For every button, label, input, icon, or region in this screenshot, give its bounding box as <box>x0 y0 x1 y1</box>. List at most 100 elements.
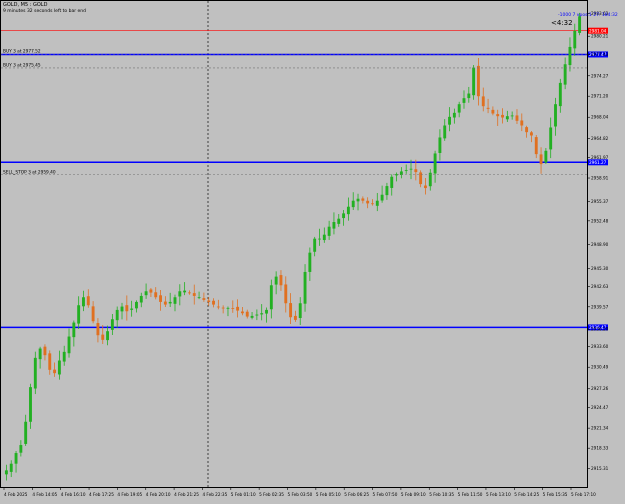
candle-body <box>144 291 148 296</box>
y-tick-label: 2939.57 <box>591 304 609 309</box>
window-title: GOLD, M5 : GOLD <box>3 2 48 8</box>
candle-body <box>361 198 365 201</box>
candle-body <box>110 319 114 330</box>
candle-body <box>438 137 442 153</box>
x-tick-label: 5 Feb 11:50 <box>458 492 483 497</box>
candle-body <box>178 291 182 297</box>
candle-body <box>53 369 57 374</box>
order-label: BUY 3 at 2975.45 <box>3 62 41 68</box>
x-tick-label: 5 Feb 13:10 <box>486 492 511 497</box>
candle-body <box>534 137 538 155</box>
candle-body <box>433 153 437 174</box>
candle-body <box>240 311 244 314</box>
x-tick-label: 4 Feb 14:05 <box>32 492 57 497</box>
candle-body <box>91 306 95 322</box>
candle-body <box>265 309 268 314</box>
candle-body <box>77 305 81 324</box>
candle-body <box>187 292 191 294</box>
order-label: BUY 3 at 2977.52 <box>3 49 41 55</box>
candle-body <box>539 154 543 165</box>
y-tick-label: 2924.47 <box>591 405 609 410</box>
candle-body <box>250 315 254 318</box>
y-tick-label: 2936.20 <box>591 327 609 332</box>
y-tick-label: 2927.26 <box>591 386 609 391</box>
candle-body <box>48 353 52 370</box>
candle-body <box>149 289 153 293</box>
x-tick-label: 5 Feb 05:10 <box>316 492 341 497</box>
candle-body <box>255 314 259 316</box>
window-subtitle: 9 minutes 32 seconds left to bar end <box>3 8 86 14</box>
candle-body <box>448 116 451 125</box>
candle-body <box>568 46 572 66</box>
candle-body <box>549 127 553 150</box>
y-tick-label: 2955.37 <box>591 199 609 204</box>
x-tick-label: 4 Feb 19:05 <box>117 492 142 497</box>
candle-body <box>443 125 447 139</box>
candle-body <box>120 306 124 312</box>
candle-body <box>101 334 105 340</box>
x-tick-label: 5 Feb 03:50 <box>288 492 313 497</box>
candle-body <box>457 104 461 113</box>
y-tick-label: 2918.33 <box>591 446 609 451</box>
y-tick-label: 2942.63 <box>591 284 609 289</box>
candle-body <box>115 309 119 321</box>
candle-body <box>351 200 355 208</box>
y-tick-label: 2933.60 <box>591 344 609 349</box>
overlay-label: -1000 7 vpos:1 27: 184:32 <box>558 12 618 18</box>
x-tick-label: 5 Feb 02:35 <box>259 492 284 497</box>
price-chart[interactable]: GOLD, M5 : GOLD 9 minutes 32 seconds lef… <box>0 0 625 500</box>
candle-body <box>366 200 370 204</box>
chart-background <box>0 0 625 500</box>
candle-body <box>491 109 495 114</box>
x-tick-label: 5 Feb 09:10 <box>401 492 426 497</box>
y-tick-label: 2945.30 <box>591 266 609 271</box>
candle-body <box>72 322 76 338</box>
candle-body <box>236 306 240 311</box>
x-tick-label: 5 Feb 14:25 <box>514 492 539 497</box>
candle-body <box>135 301 138 309</box>
candle-body <box>14 453 18 464</box>
candle-body <box>269 285 273 310</box>
level-tag-label: 2961.27 <box>589 160 607 165</box>
x-tick-label: 4 Feb 17:25 <box>89 492 114 497</box>
candle-body <box>337 218 341 224</box>
candle-body <box>163 301 167 305</box>
candle-body <box>62 351 66 362</box>
candle-body <box>476 65 480 97</box>
candle-body <box>554 104 557 127</box>
x-tick-label: 5 Feb 17:10 <box>571 492 596 497</box>
candle-body <box>4 470 8 475</box>
candle-body <box>33 357 37 389</box>
candle-body <box>356 198 360 202</box>
x-tick-label: 4 Feb 20:10 <box>146 492 171 497</box>
candle-body <box>159 295 162 302</box>
candle-body <box>289 303 293 318</box>
candle-body <box>409 168 413 170</box>
candle-body <box>284 284 288 304</box>
candle-body <box>452 112 456 118</box>
candle-body <box>293 315 297 320</box>
candle-body <box>399 171 403 175</box>
candle-body <box>525 127 529 133</box>
candle-body <box>192 293 196 296</box>
order-label: SELL_STOP 3 at 2959.40 <box>3 169 56 175</box>
candle-body <box>24 421 28 444</box>
candle-body <box>29 387 32 422</box>
candle-body <box>106 331 110 341</box>
candle-body <box>515 115 519 121</box>
candle-body <box>226 307 230 309</box>
x-tick-label: 5 Feb 10:35 <box>429 492 454 497</box>
bar-countdown: <4:32 <box>551 19 573 27</box>
level-tag-label: 2981.04 <box>589 28 607 33</box>
candle-body <box>96 323 100 336</box>
y-tick-label: 2977.43 <box>591 52 609 57</box>
candle-body <box>221 307 225 309</box>
candle-body <box>346 206 350 215</box>
candle-body <box>313 238 317 252</box>
candle-body <box>501 114 504 118</box>
candle-body <box>308 252 312 272</box>
candle-body <box>19 445 23 453</box>
y-tick-label: 2974.27 <box>591 73 609 78</box>
candle-body <box>467 93 471 99</box>
candle-body <box>173 297 177 304</box>
